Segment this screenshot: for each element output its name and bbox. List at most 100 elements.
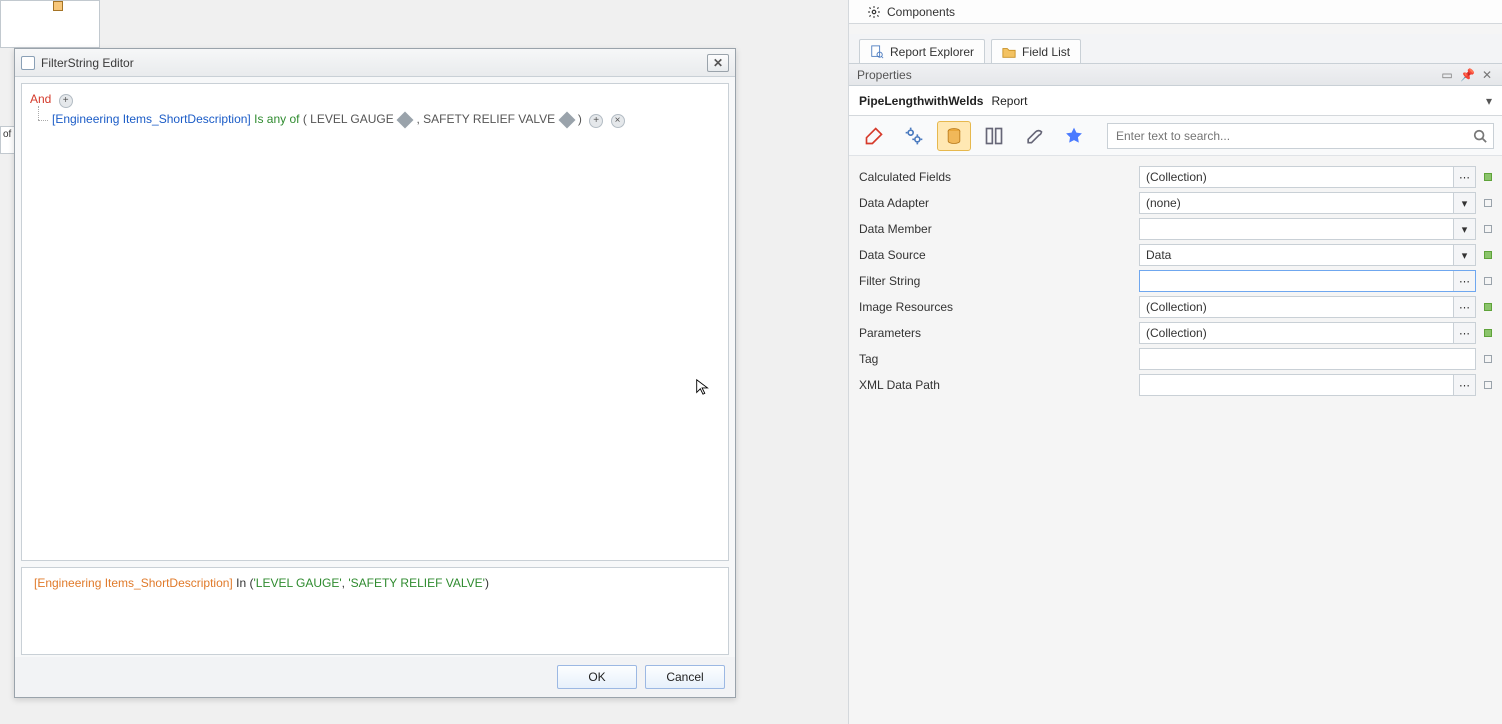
property-label: Tag xyxy=(859,352,1139,366)
property-modified-marker xyxy=(1484,381,1492,389)
folder-icon xyxy=(1002,45,1016,59)
components-tab[interactable]: Components xyxy=(849,0,1502,24)
property-modified-marker xyxy=(1484,277,1492,285)
panel-header-controls: ▭ 📌 ✕ xyxy=(1440,68,1494,82)
property-modified-marker xyxy=(1484,199,1492,207)
dialog-title-icon xyxy=(21,56,35,70)
favorites-category-icon[interactable] xyxy=(1057,121,1091,151)
object-name: PipeLengthwithWelds xyxy=(859,94,983,108)
designer-background-fragment xyxy=(0,0,100,48)
tab-field-list[interactable]: Field List xyxy=(991,39,1081,63)
property-modified-marker xyxy=(1484,303,1492,311)
property-row: Parameters(Collection)⋯ xyxy=(859,320,1492,346)
object-type: Report xyxy=(991,94,1027,108)
layout-category-icon[interactable] xyxy=(977,121,1011,151)
document-search-icon xyxy=(870,45,884,59)
ellipsis-button[interactable]: ⋯ xyxy=(1453,167,1475,187)
object-selector[interactable]: PipeLengthwithWelds Report ▾ xyxy=(849,86,1502,116)
properties-title: Properties xyxy=(857,68,912,82)
behavior-category-icon[interactable] xyxy=(897,121,931,151)
property-row: Data SourceData▾ xyxy=(859,242,1492,268)
property-row: Calculated Fields(Collection)⋯ xyxy=(859,164,1492,190)
property-label: XML Data Path xyxy=(859,378,1139,392)
property-row: XML Data Path ⋯ xyxy=(859,372,1492,398)
property-value[interactable] xyxy=(1139,348,1476,370)
property-row: Filter String ⋯ xyxy=(859,268,1492,294)
property-value[interactable]: ⋯ xyxy=(1139,374,1476,396)
condition-field[interactable]: [Engineering Items_ShortDescription] xyxy=(52,112,251,126)
add-condition-icon[interactable]: + xyxy=(59,94,73,108)
ellipsis-button[interactable]: ⋯ xyxy=(1453,271,1475,291)
object-dropdown-icon[interactable]: ▾ xyxy=(1486,94,1492,108)
property-modified-marker xyxy=(1484,329,1492,337)
explorer-tabs: Report Explorer Field List xyxy=(849,34,1502,64)
property-label: Calculated Fields xyxy=(859,170,1139,184)
dialog-buttons: OK Cancel xyxy=(15,657,735,697)
property-value[interactable]: ⋯ xyxy=(1139,270,1476,292)
add-value-icon[interactable]: + xyxy=(589,114,603,128)
search-icon xyxy=(1473,129,1487,143)
misc-category-icon[interactable] xyxy=(1017,121,1051,151)
edit-value-icon[interactable] xyxy=(558,111,575,128)
close-button[interactable]: ✕ xyxy=(707,54,729,72)
condition-values: ( xyxy=(303,112,307,126)
pin-icon[interactable]: 📌 xyxy=(1460,68,1474,82)
filter-tree-area[interactable]: And + [Engineering Items_ShortDescriptio… xyxy=(21,83,729,561)
property-value[interactable]: ▾ xyxy=(1139,218,1476,240)
expr-field: [Engineering Items_ShortDescription] xyxy=(34,576,233,590)
properties-grid: Calculated Fields(Collection)⋯Data Adapt… xyxy=(849,156,1502,408)
property-value[interactable]: Data▾ xyxy=(1139,244,1476,266)
property-value[interactable]: (Collection)⋯ xyxy=(1139,166,1476,188)
filterstring-editor-dialog: FilterString Editor ✕ And + [Engineering… xyxy=(14,48,736,698)
property-modified-marker xyxy=(1484,225,1492,233)
dialog-titlebar[interactable]: FilterString Editor ✕ xyxy=(15,49,735,77)
property-label: Image Resources xyxy=(859,300,1139,314)
property-row: Tag xyxy=(859,346,1492,372)
property-label: Data Adapter xyxy=(859,196,1139,210)
property-label: Data Source xyxy=(859,248,1139,262)
components-label: Components xyxy=(887,5,955,19)
ellipsis-button[interactable]: ⋯ xyxy=(1453,297,1475,317)
ellipsis-button[interactable]: ⋯ xyxy=(1453,323,1475,343)
gear-icon xyxy=(867,5,881,19)
dialog-title: FilterString Editor xyxy=(41,56,134,70)
property-row: Data Adapter(none)▾ xyxy=(859,190,1492,216)
appearance-category-icon[interactable] xyxy=(857,121,891,151)
condition-value-2[interactable]: SAFETY RELIEF VALVE xyxy=(423,112,555,126)
and-operator-label[interactable]: And xyxy=(30,92,51,106)
property-label: Filter String xyxy=(859,274,1139,288)
property-value[interactable]: (Collection)⋯ xyxy=(1139,322,1476,344)
property-value[interactable]: (none)▾ xyxy=(1139,192,1476,214)
properties-search[interactable] xyxy=(1107,123,1494,149)
condition-value-1[interactable]: LEVEL GAUGE xyxy=(310,112,394,126)
dropdown-icon[interactable]: ▾ xyxy=(1453,193,1475,213)
tab-report-explorer[interactable]: Report Explorer xyxy=(859,39,985,63)
filter-group-and[interactable]: And + xyxy=(30,92,720,108)
property-row: Data Member ▾ xyxy=(859,216,1492,242)
dropdown-icon[interactable]: ▾ xyxy=(1453,219,1475,239)
condition-operator[interactable]: Is any of xyxy=(254,112,299,126)
right-side-panel: Components Report Explorer Field List Pr… xyxy=(848,0,1502,724)
smart-tag-icon xyxy=(53,1,63,11)
property-label: Data Member xyxy=(859,222,1139,236)
close-icon[interactable]: ✕ xyxy=(1480,68,1494,82)
property-value[interactable]: (Collection)⋯ xyxy=(1139,296,1476,318)
property-label: Parameters xyxy=(859,326,1139,340)
edit-value-icon[interactable] xyxy=(397,111,414,128)
filter-condition-row[interactable]: [Engineering Items_ShortDescription] Is … xyxy=(30,112,720,128)
ellipsis-button[interactable]: ⋯ xyxy=(1453,375,1475,395)
data-category-icon[interactable] xyxy=(937,121,971,151)
ok-button[interactable]: OK xyxy=(557,665,637,689)
remove-condition-icon[interactable]: × xyxy=(611,114,625,128)
search-input[interactable] xyxy=(1114,128,1473,144)
cancel-button[interactable]: Cancel xyxy=(645,665,725,689)
property-modified-marker xyxy=(1484,251,1492,259)
properties-toolbar xyxy=(849,116,1502,156)
dropdown-icon[interactable]: ▾ xyxy=(1453,245,1475,265)
property-modified-marker xyxy=(1484,355,1492,363)
properties-panel-header[interactable]: Properties ▭ 📌 ✕ xyxy=(849,64,1502,86)
expression-preview[interactable]: [Engineering Items_ShortDescription] In … xyxy=(21,567,729,655)
property-row: Image Resources(Collection)⋯ xyxy=(859,294,1492,320)
property-modified-marker xyxy=(1484,173,1492,181)
restore-icon[interactable]: ▭ xyxy=(1440,68,1454,82)
